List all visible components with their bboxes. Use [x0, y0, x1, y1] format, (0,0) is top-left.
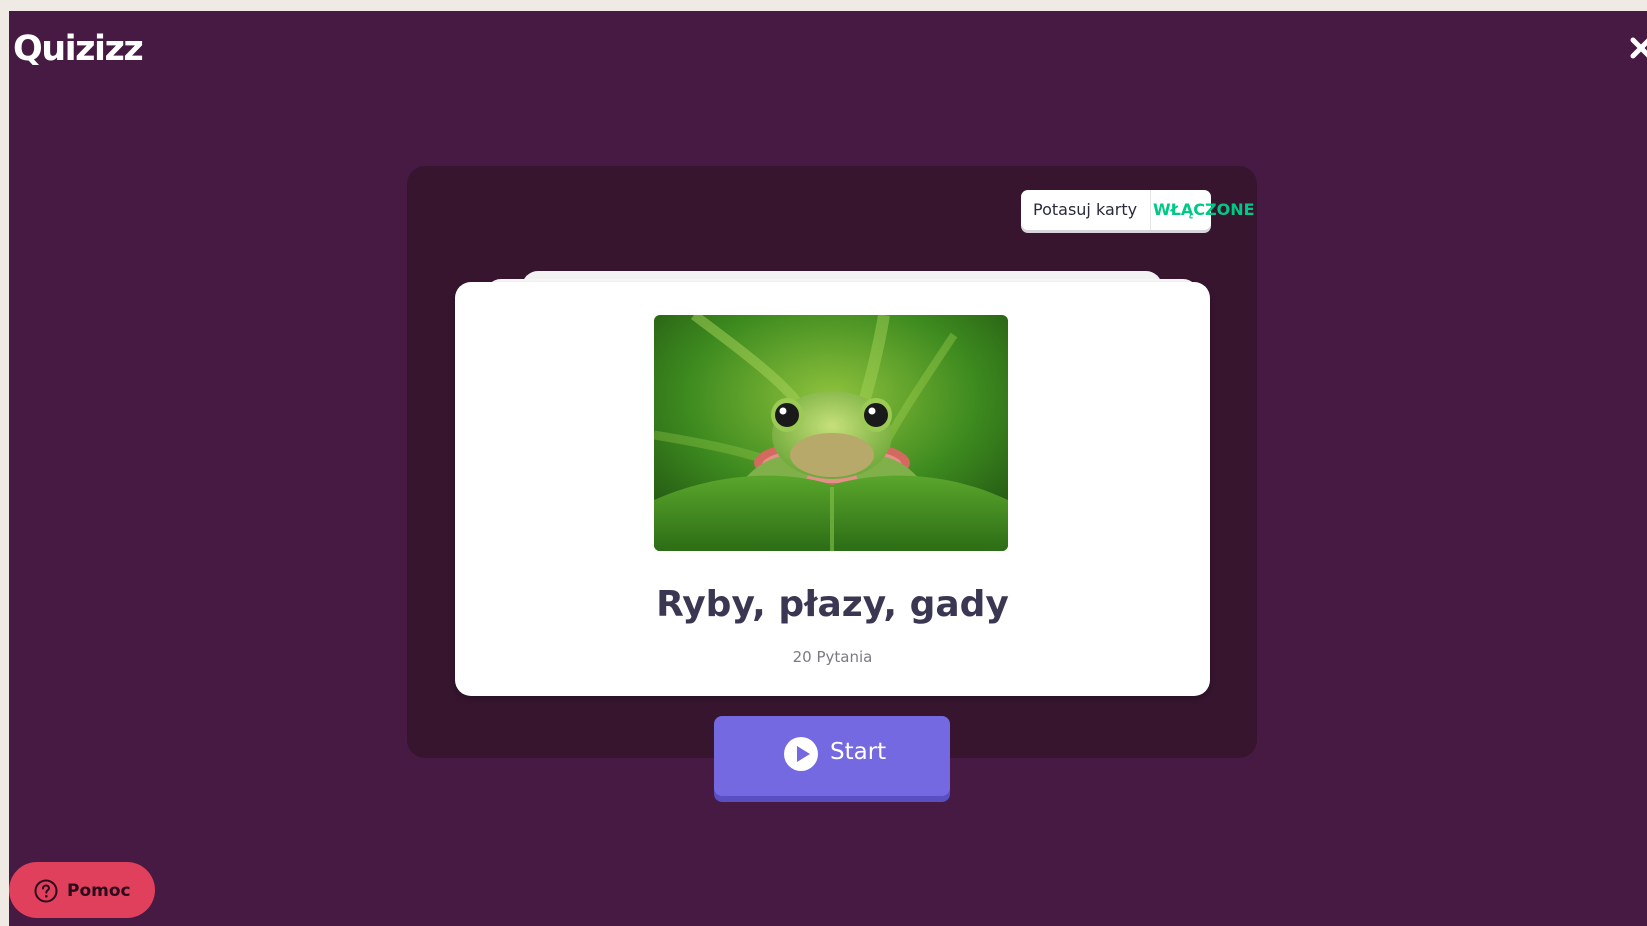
start-button[interactable]: Start — [714, 716, 950, 796]
shuffle-cards-toggle[interactable]: Potasuj karty WŁĄCZONE — [1021, 190, 1255, 230]
help-label: Pomoc — [67, 881, 131, 901]
frog-image — [654, 315, 1008, 551]
frog-illustration — [654, 315, 1008, 551]
question-circle-icon — [34, 879, 58, 903]
quiz-title: Ryby, płazy, gady — [656, 584, 1009, 625]
shuffle-label: Potasuj karty — [1033, 200, 1138, 219]
shuffle-divider — [1150, 190, 1151, 230]
help-button[interactable]: Pomoc — [9, 862, 155, 918]
quiz-card: Ryby, płazy, gady 20 Pytania — [455, 282, 1210, 696]
play-icon — [784, 737, 818, 771]
question-count: 20 Pytania — [792, 648, 873, 666]
quizizz-logo: Quizizz — [13, 29, 144, 69]
start-label: Start — [830, 739, 887, 765]
shuffle-state: WŁĄCZONE — [1153, 200, 1255, 219]
close-icon — [1630, 37, 1647, 59]
close-button[interactable] — [1627, 33, 1647, 63]
